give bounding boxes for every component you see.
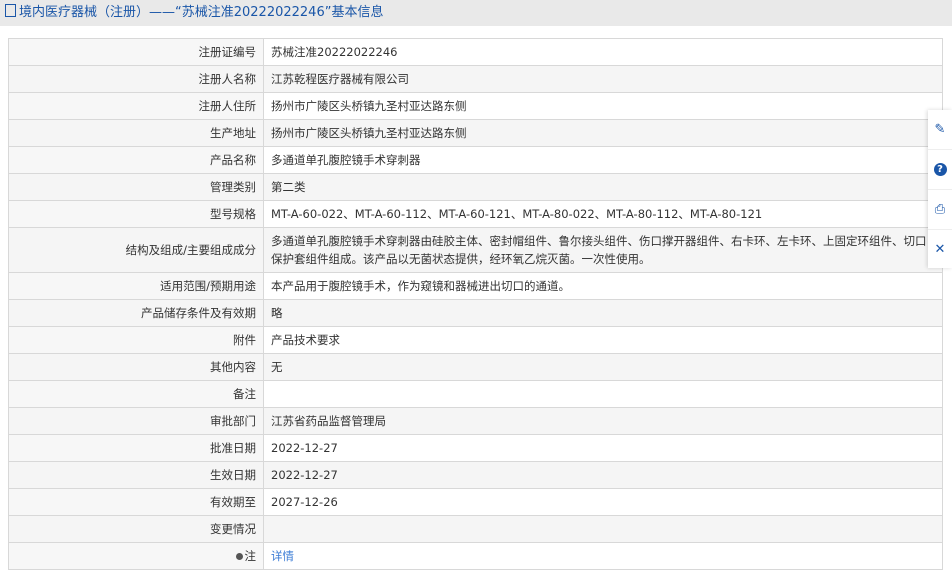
table-row: 备注 — [8, 380, 943, 408]
field-label: 变更情况 — [8, 515, 264, 543]
edit-icon[interactable]: ✎ — [928, 110, 952, 150]
field-label: 注册证编号 — [8, 38, 264, 66]
field-value: 2027-12-26 — [263, 488, 943, 516]
field-value — [263, 380, 943, 408]
field-label: 生效日期 — [8, 461, 264, 489]
table-row: 注册证编号 苏械注准20222022246 — [8, 38, 943, 66]
field-value: 多通道单孔腹腔镜手术穿刺器由硅胶主体、密封帽组件、鲁尔接头组件、伤口撑开器组件、… — [263, 227, 943, 273]
table-row: 生效日期 2022-12-27 — [8, 461, 943, 489]
page-title: 境内医疗器械（注册）——“苏械注准20222022246”基本信息 — [0, 0, 952, 26]
table-row: 注详情 — [8, 542, 943, 570]
field-value — [263, 515, 943, 543]
field-value: 江苏乾程医疗器械有限公司 — [263, 65, 943, 93]
pin-icon — [235, 553, 243, 560]
table-row: 注册人住所 扬州市广陵区头桥镇九圣村亚达路东侧 — [8, 92, 943, 120]
field-value: 2022-12-27 — [263, 434, 943, 462]
field-label: 有效期至 — [8, 488, 264, 516]
field-value: 苏械注准20222022246 — [263, 38, 943, 66]
help-glyph: ? — [933, 163, 947, 176]
field-value: 第二类 — [263, 173, 943, 201]
page-title-text: 境内医疗器械（注册）——“苏械注准20222022246”基本信息 — [19, 5, 384, 20]
field-value: 略 — [263, 299, 943, 327]
table-row: 注册人名称 江苏乾程医疗器械有限公司 — [8, 65, 943, 93]
table-row: 批准日期 2022-12-27 — [8, 434, 943, 462]
field-value: 本产品用于腹腔镜手术，作为窥镜和器械进出切口的通道。 — [263, 272, 943, 300]
note-label: 注 — [244, 549, 257, 563]
help-icon[interactable]: ? — [928, 150, 952, 190]
document-icon — [5, 4, 16, 17]
field-label: 注册人名称 — [8, 65, 264, 93]
field-label: 注 — [8, 542, 264, 570]
side-toolbar: ✎ ? ⎙ ✕ — [928, 110, 952, 268]
table-row: 审批部门 江苏省药品监督管理局 — [8, 407, 943, 435]
field-label: 型号规格 — [8, 200, 264, 228]
close-icon[interactable]: ✕ — [928, 230, 952, 269]
field-label: 注册人住所 — [8, 92, 264, 120]
field-label: 备注 — [8, 380, 264, 408]
field-label: 生产地址 — [8, 119, 264, 147]
details-link[interactable]: 详情 — [271, 549, 294, 563]
table-row: 变更情况 — [8, 515, 943, 543]
table-row: 附件 产品技术要求 — [8, 326, 943, 354]
table-row: 型号规格 MT-A-60-022、MT-A-60-112、MT-A-60-121、… — [8, 200, 943, 228]
field-label: 适用范围/预期用途 — [8, 272, 264, 300]
field-label: 其他内容 — [8, 353, 264, 381]
field-value: MT-A-60-022、MT-A-60-112、MT-A-60-121、MT-A… — [263, 200, 943, 228]
field-label: 产品名称 — [8, 146, 264, 174]
field-label: 审批部门 — [8, 407, 264, 435]
table-row: 适用范围/预期用途 本产品用于腹腔镜手术，作为窥镜和器械进出切口的通道。 — [8, 272, 943, 300]
table-row: 产品名称 多通道单孔腹腔镜手术穿刺器 — [8, 146, 943, 174]
field-value: 产品技术要求 — [263, 326, 943, 354]
table-row: 管理类别 第二类 — [8, 173, 943, 201]
field-value: 江苏省药品监督管理局 — [263, 407, 943, 435]
table-row: 结构及组成/主要组成成分 多通道单孔腹腔镜手术穿刺器由硅胶主体、密封帽组件、鲁尔接… — [8, 227, 943, 273]
field-label: 批准日期 — [8, 434, 264, 462]
field-label: 管理类别 — [8, 173, 264, 201]
table-row: 生产地址 扬州市广陵区头桥镇九圣村亚达路东侧 — [8, 119, 943, 147]
table-row: 其他内容无 — [8, 353, 943, 381]
field-label: 附件 — [8, 326, 264, 354]
field-label: 产品储存条件及有效期 — [8, 299, 264, 327]
print-icon[interactable]: ⎙ — [928, 190, 952, 230]
table-row: 有效期至 2027-12-26 — [8, 488, 943, 516]
table-row: 产品储存条件及有效期略 — [8, 299, 943, 327]
field-value: 无 — [263, 353, 943, 381]
field-label: 结构及组成/主要组成成分 — [8, 227, 264, 273]
field-value: 扬州市广陵区头桥镇九圣村亚达路东侧 — [263, 92, 943, 120]
field-value: 详情 — [263, 542, 943, 570]
info-table: 注册证编号 苏械注准20222022246 注册人名称 江苏乾程医疗器械有限公司 注册人… — [8, 38, 943, 570]
field-value: 2022-12-27 — [263, 461, 943, 489]
field-value: 扬州市广陵区头桥镇九圣村亚达路东侧 — [263, 119, 943, 147]
field-value: 多通道单孔腹腔镜手术穿刺器 — [263, 146, 943, 174]
